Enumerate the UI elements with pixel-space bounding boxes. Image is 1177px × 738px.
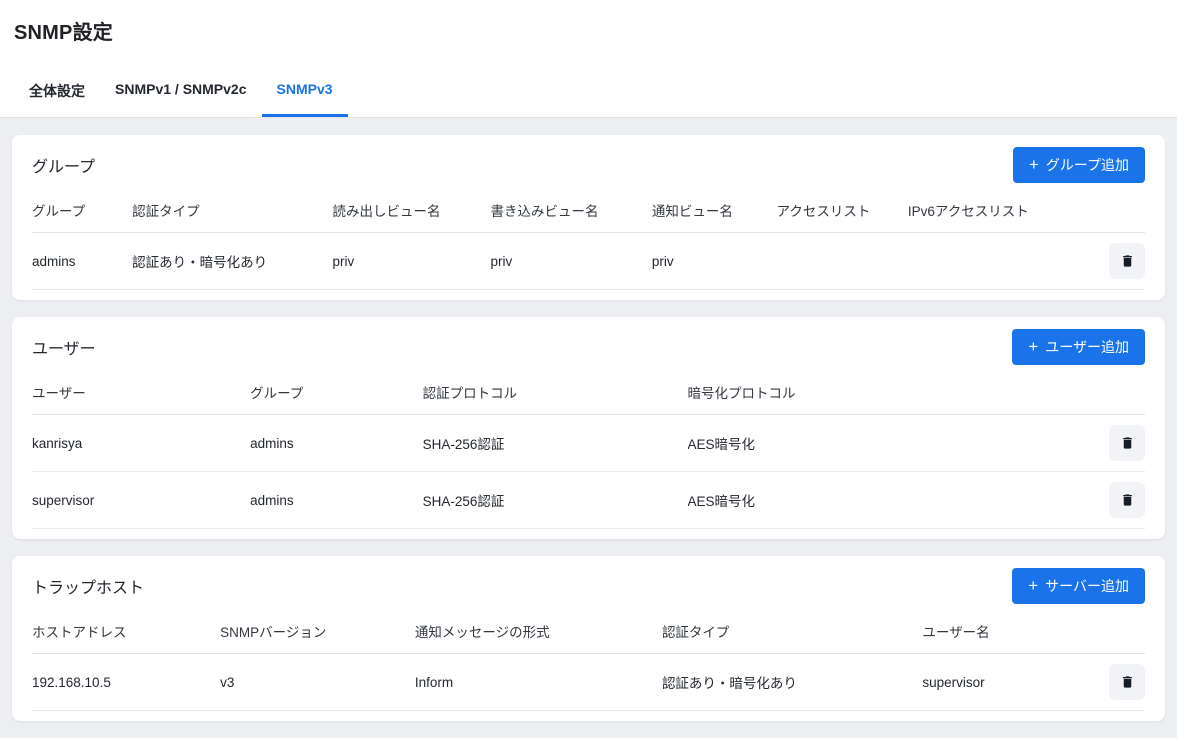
trash-icon	[1120, 674, 1135, 690]
delete-button[interactable]	[1109, 425, 1145, 461]
table-cell: priv	[491, 233, 652, 290]
column-header: IPv6アクセスリスト	[908, 185, 1084, 233]
column-header: ユーザー	[32, 367, 250, 415]
add-server-button[interactable]: + サーバー追加	[1012, 568, 1145, 604]
page-header: SNMP設定 全体設定SNMPv1 / SNMPv2cSNMPv3	[0, 0, 1177, 118]
trash-icon	[1120, 253, 1135, 269]
trap-hosts-section-title: トラップホスト	[32, 574, 144, 598]
table-header-row: グループ認証タイプ読み出しビュー名書き込みビュー名通知ビュー名アクセスリストIP…	[32, 185, 1145, 233]
column-header: 認証プロトコル	[423, 367, 688, 415]
actions-cell	[1085, 472, 1145, 529]
actions-cell	[1085, 654, 1145, 711]
groups-table: グループ認証タイプ読み出しビュー名書き込みビュー名通知ビュー名アクセスリストIP…	[32, 185, 1145, 290]
table-cell: SHA-256認証	[423, 415, 688, 472]
column-header: 暗号化プロトコル	[688, 367, 1085, 415]
add-user-button[interactable]: + ユーザー追加	[1012, 329, 1145, 365]
table-cell: priv	[652, 233, 777, 290]
table-cell: Inform	[415, 654, 662, 711]
table-row: 192.168.10.5v3Inform認証あり・暗号化ありsupervisor	[32, 654, 1145, 711]
add-server-button-label: サーバー追加	[1045, 576, 1129, 596]
delete-button[interactable]	[1109, 664, 1145, 700]
table-cell: AES暗号化	[688, 472, 1085, 529]
users-table: ユーザーグループ認証プロトコル暗号化プロトコルkanrisyaadminsSHA…	[32, 367, 1145, 529]
table-cell: admins	[32, 233, 132, 290]
add-group-button-label: グループ追加	[1046, 155, 1129, 175]
table-cell: AES暗号化	[688, 415, 1085, 472]
table-cell: priv	[333, 233, 491, 290]
table-cell: admins	[250, 415, 423, 472]
table-cell: supervisor	[922, 654, 1084, 711]
delete-button[interactable]	[1109, 243, 1145, 279]
column-header: 認証タイプ	[662, 606, 922, 654]
plus-icon: +	[1028, 577, 1038, 594]
add-group-button[interactable]: + グループ追加	[1013, 147, 1145, 183]
table-cell	[777, 233, 908, 290]
column-header: 書き込みビュー名	[491, 185, 652, 233]
table-cell: kanrisya	[32, 415, 250, 472]
add-user-button-label: ユーザー追加	[1045, 337, 1129, 357]
trash-icon	[1120, 435, 1135, 451]
plus-icon: +	[1029, 156, 1039, 173]
column-header: ホストアドレス	[32, 606, 220, 654]
column-header: SNMPバージョン	[220, 606, 415, 654]
column-header: グループ	[250, 367, 423, 415]
table-cell: admins	[250, 472, 423, 529]
page-title: SNMP設定	[14, 16, 1163, 45]
table-row: kanrisyaadminsSHA-256認証AES暗号化	[32, 415, 1145, 472]
main-content: グループ + グループ追加 グループ認証タイプ読み出しビュー名書き込みビュー名通…	[0, 135, 1177, 721]
trap-hosts-table: ホストアドレスSNMPバージョン通知メッセージの形式認証タイプユーザー名192.…	[32, 606, 1145, 711]
table-header-row: ユーザーグループ認証プロトコル暗号化プロトコル	[32, 367, 1145, 415]
table-cell: 認証あり・暗号化あり	[132, 233, 332, 290]
column-header: ユーザー名	[922, 606, 1084, 654]
column-header: 読み出しビュー名	[333, 185, 491, 233]
table-row: supervisoradminsSHA-256認証AES暗号化	[32, 472, 1145, 529]
users-card-header: ユーザー + ユーザー追加	[32, 329, 1145, 365]
actions-cell	[1085, 415, 1145, 472]
actions-cell	[1084, 233, 1145, 290]
table-cell: supervisor	[32, 472, 250, 529]
users-section-title: ユーザー	[32, 335, 96, 359]
table-cell	[908, 233, 1084, 290]
users-card: ユーザー + ユーザー追加 ユーザーグループ認証プロトコル暗号化プロトコルkan…	[12, 317, 1165, 539]
actions-column-header	[1084, 185, 1145, 233]
plus-icon: +	[1028, 338, 1038, 355]
table-header-row: ホストアドレスSNMPバージョン通知メッセージの形式認証タイプユーザー名	[32, 606, 1145, 654]
table-cell: v3	[220, 654, 415, 711]
actions-column-header	[1085, 606, 1145, 654]
groups-card: グループ + グループ追加 グループ認証タイプ読み出しビュー名書き込みビュー名通…	[12, 135, 1165, 300]
delete-button[interactable]	[1109, 482, 1145, 518]
table-cell: SHA-256認証	[423, 472, 688, 529]
trap-hosts-card-header: トラップホスト + サーバー追加	[32, 568, 1145, 604]
column-header: 通知ビュー名	[652, 185, 777, 233]
actions-column-header	[1085, 367, 1145, 415]
tab-snmpv1-snmpv2c[interactable]: SNMPv1 / SNMPv2c	[100, 69, 262, 117]
groups-card-header: グループ + グループ追加	[32, 147, 1145, 183]
table-cell: 192.168.10.5	[32, 654, 220, 711]
trash-icon	[1120, 492, 1135, 508]
table-cell: 認証あり・暗号化あり	[662, 654, 922, 711]
column-header: 通知メッセージの形式	[415, 606, 662, 654]
table-row: admins認証あり・暗号化ありprivprivpriv	[32, 233, 1145, 290]
trap-hosts-card: トラップホスト + サーバー追加 ホストアドレスSNMPバージョン通知メッセージ…	[12, 556, 1165, 721]
tabs: 全体設定SNMPv1 / SNMPv2cSNMPv3	[14, 69, 1163, 117]
column-header: 認証タイプ	[132, 185, 332, 233]
column-header: アクセスリスト	[777, 185, 908, 233]
column-header: グループ	[32, 185, 132, 233]
groups-section-title: グループ	[32, 153, 95, 177]
tab-snmpv3[interactable]: SNMPv3	[262, 69, 348, 117]
tab-zentai-settei[interactable]: 全体設定	[14, 69, 100, 117]
